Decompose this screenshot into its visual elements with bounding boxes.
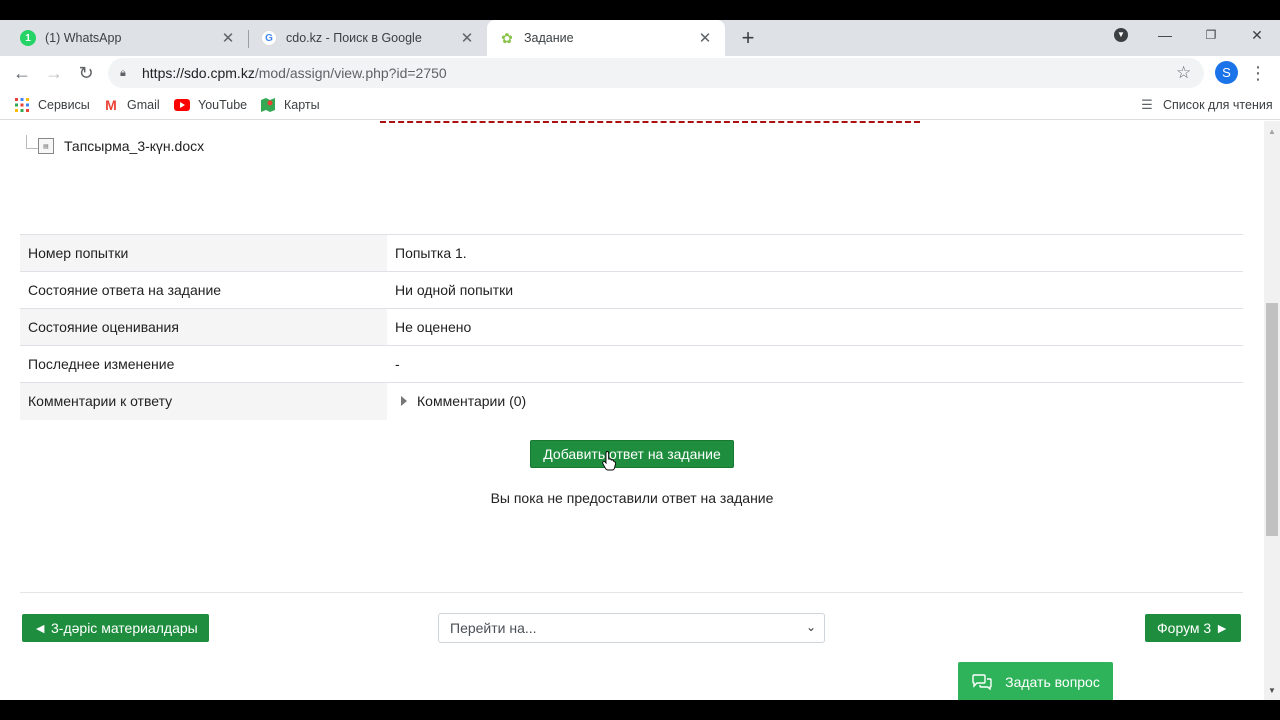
scroll-thumb[interactable] bbox=[1266, 303, 1278, 536]
bookmark-label: Gmail bbox=[127, 98, 160, 112]
comments-toggle[interactable]: Комментарии (0) bbox=[395, 393, 1235, 409]
row-value: Не оценено bbox=[387, 308, 1243, 346]
google-icon: G bbox=[261, 30, 277, 46]
tab-assignment[interactable]: ✿ Задание ✕ bbox=[487, 20, 725, 56]
row-label: Последнее изменение bbox=[20, 345, 387, 383]
youtube-icon bbox=[174, 97, 190, 113]
bookmark-youtube[interactable]: YouTube bbox=[174, 96, 247, 114]
tab-title: cdo.kz - Поиск в Google bbox=[286, 31, 422, 45]
add-submission-button[interactable]: Добавить ответ на задание bbox=[530, 440, 734, 468]
next-activity-link[interactable]: Форум 3 ► bbox=[1145, 614, 1241, 642]
close-icon[interactable]: ✕ bbox=[459, 30, 475, 47]
chevron-down-icon: ⌄ bbox=[805, 620, 816, 634]
row-value: - bbox=[387, 345, 1243, 383]
screen: 1 (1) WhatsApp ✕ G cdo.kz - Поиск в Goog… bbox=[0, 0, 1280, 720]
scroll-down-arrow-icon[interactable]: ▼ bbox=[1264, 686, 1280, 696]
jump-to-select[interactable]: Перейти на... ⌄ bbox=[438, 613, 825, 643]
maps-icon bbox=[260, 97, 276, 113]
back-arrow-icon[interactable]: ← bbox=[9, 60, 35, 86]
row-value: Попытка 1. bbox=[387, 234, 1243, 272]
previous-activity-link[interactable]: ◄ 3-дәріс материалдары bbox=[22, 614, 209, 642]
minimize-icon[interactable]: — bbox=[1145, 20, 1185, 50]
menu-kebab-icon[interactable]: ⋮ bbox=[1249, 62, 1267, 84]
file-name[interactable]: Тапсырма_3-күн.docx bbox=[64, 138, 204, 154]
gmail-icon: M bbox=[105, 97, 117, 113]
tab-google-search[interactable]: G cdo.kz - Поиск в Google ✕ bbox=[249, 20, 487, 56]
row-label: Комментарии к ответу bbox=[20, 382, 387, 420]
url-host: https://sdo.cpm.kz bbox=[142, 65, 255, 81]
no-submission-message: Вы пока не предоставили ответ на задание bbox=[490, 490, 774, 506]
tab-whatsapp[interactable]: 1 (1) WhatsApp ✕ bbox=[8, 20, 248, 56]
row-label: Состояние оценивания bbox=[20, 308, 387, 346]
divider bbox=[20, 592, 1243, 593]
chat-bubble-icon bbox=[971, 674, 993, 690]
hand-cursor-icon bbox=[602, 451, 616, 471]
bookmark-gmail[interactable]: M Gmail bbox=[103, 96, 160, 114]
bookmark-star-icon[interactable]: ☆ bbox=[1176, 63, 1191, 83]
document-icon: ▤ bbox=[38, 138, 54, 154]
bottom-black-border bbox=[0, 700, 1280, 720]
row-value: Ни одной попытки bbox=[387, 271, 1243, 309]
bookmark-services[interactable]: Сервисы bbox=[14, 96, 90, 114]
table-row: Комментарии к ответу Комментарии (0) bbox=[20, 382, 1243, 420]
table-row: Номер попытки Попытка 1. bbox=[20, 234, 1243, 272]
tab-strip: 1 (1) WhatsApp ✕ G cdo.kz - Поиск в Goog… bbox=[0, 20, 1280, 56]
decorative-red-heading-fragment bbox=[380, 121, 920, 123]
tab-search-icon[interactable]: ▼ bbox=[1101, 20, 1141, 50]
whatsapp-icon: 1 bbox=[20, 30, 36, 46]
vertical-scrollbar[interactable]: ▲ ▼ bbox=[1264, 121, 1280, 700]
ask-question-label: Задать вопрос bbox=[1005, 674, 1100, 690]
apps-grid-icon bbox=[14, 97, 30, 113]
bookmark-label: Сервисы bbox=[38, 98, 90, 112]
page-content: ▤ Тапсырма_3-күн.docx Номер попытки Попы… bbox=[0, 121, 1264, 700]
window-close-icon[interactable]: ✕ bbox=[1237, 20, 1277, 50]
row-label: Состояние ответа на задание bbox=[20, 271, 387, 309]
row-label: Номер попытки bbox=[20, 234, 387, 272]
bookmark-label: YouTube bbox=[198, 98, 248, 112]
expand-triangle-icon bbox=[401, 396, 407, 407]
url-path: /mod/assign/view.php?id=2750 bbox=[254, 65, 447, 81]
bookmarks-bar: Сервисы M Gmail YouTube Карты ☰ Список д… bbox=[0, 90, 1280, 120]
tab-title: Задание bbox=[524, 31, 574, 45]
tab-title: (1) WhatsApp bbox=[45, 31, 122, 45]
scroll-up-arrow-icon[interactable]: ▲ bbox=[1264, 127, 1280, 137]
lock-icon: 🔒︎ bbox=[120, 66, 126, 79]
profile-avatar[interactable]: S bbox=[1215, 61, 1238, 84]
restore-icon[interactable]: ❐ bbox=[1191, 20, 1231, 50]
comments-cell: Комментарии (0) bbox=[387, 382, 1243, 420]
top-black-border bbox=[0, 0, 1280, 20]
submission-status-table: Номер попытки Попытка 1. Состояние ответ… bbox=[20, 234, 1243, 420]
close-icon[interactable]: ✕ bbox=[220, 30, 236, 47]
forward-arrow-icon[interactable]: → bbox=[41, 60, 67, 86]
browser-toolbar: ← → ↻ 🔒︎ https://sdo.cpm.kz/mod/assign/v… bbox=[0, 56, 1280, 90]
table-row: Последнее изменение - bbox=[20, 345, 1243, 383]
ask-question-button[interactable]: Задать вопрос bbox=[958, 662, 1113, 700]
close-icon[interactable]: ✕ bbox=[697, 30, 713, 47]
table-row: Состояние оценивания Не оценено bbox=[20, 308, 1243, 346]
table-row: Состояние ответа на задание Ни одной поп… bbox=[20, 271, 1243, 309]
moodle-icon: ✿ bbox=[501, 29, 513, 46]
reading-list[interactable]: ☰ Список для чтения bbox=[1139, 96, 1273, 114]
reading-list-label: Список для чтения bbox=[1163, 98, 1273, 112]
bookmark-label: Карты bbox=[284, 98, 320, 112]
assignment-file[interactable]: ▤ Тапсырма_3-күн.docx bbox=[26, 135, 204, 154]
new-tab-plus-icon[interactable]: + bbox=[736, 25, 760, 50]
address-bar[interactable]: 🔒︎ https://sdo.cpm.kz/mod/assign/view.ph… bbox=[108, 58, 1204, 88]
jump-to-value: Перейти на... bbox=[450, 620, 537, 636]
comments-label: Комментарии (0) bbox=[417, 393, 527, 410]
bookmark-maps[interactable]: Карты bbox=[260, 96, 320, 114]
tree-connector bbox=[26, 135, 38, 149]
reading-list-icon: ☰ bbox=[1141, 97, 1153, 112]
reload-icon[interactable]: ↻ bbox=[73, 60, 99, 86]
